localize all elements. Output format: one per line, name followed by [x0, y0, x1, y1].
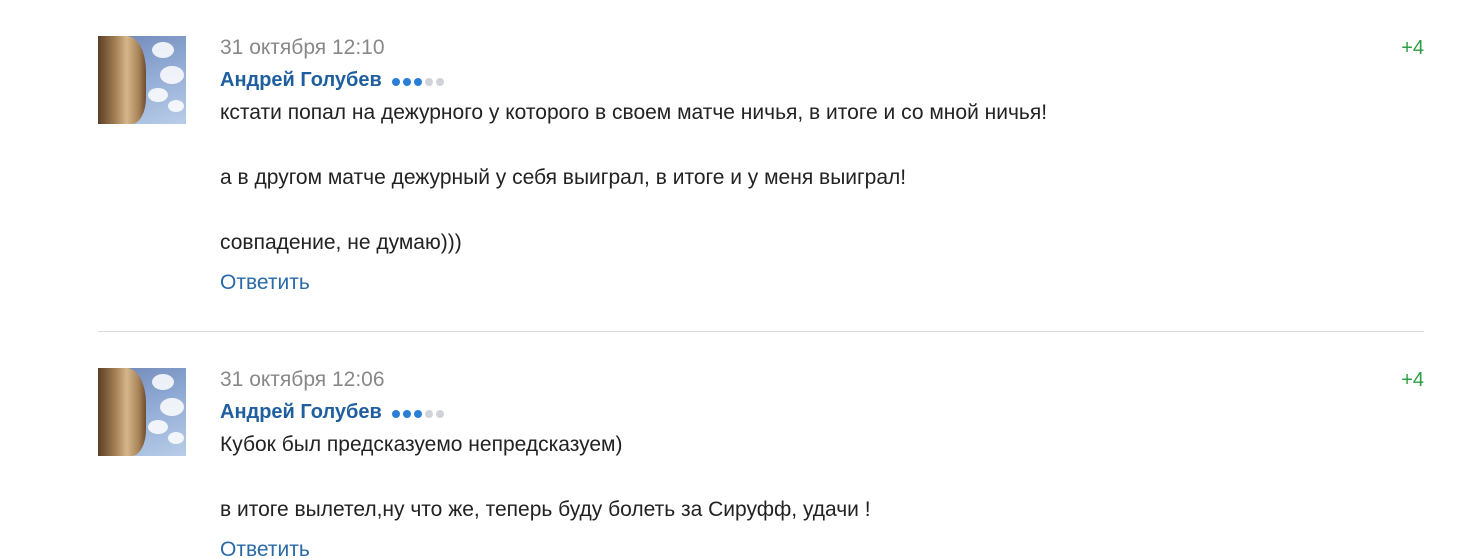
- comment-text: Кубок был предсказуемо непредсказуем): [220, 433, 623, 456]
- comment-date: 31 октября 12:10: [220, 36, 385, 59]
- reply-link[interactable]: Ответить: [220, 271, 310, 295]
- avatar[interactable]: [98, 36, 186, 124]
- author-line: Андрей Голубев: [220, 68, 1400, 92]
- rating-dot-empty: [425, 409, 434, 418]
- rating-dot-filled: [403, 409, 412, 418]
- comment-score: +4: [1401, 37, 1424, 59]
- comment-body: 31 октября 12:06 Андрей Голубев Кубок бы…: [220, 368, 1400, 559]
- user-rating-dots: [392, 70, 447, 94]
- comment-score: +4: [1401, 369, 1424, 391]
- avatar[interactable]: [98, 368, 186, 456]
- rating-dot-filled: [414, 77, 423, 86]
- comment-date: 31 октября 12:06: [220, 368, 385, 391]
- comment-body: 31 октября 12:10 Андрей Голубев кстати п…: [220, 36, 1400, 295]
- rating-dot-empty: [436, 77, 445, 86]
- author-line: Андрей Голубев: [220, 400, 1400, 424]
- comment-divider: [98, 331, 1424, 332]
- rating-dot-filled: [392, 77, 401, 86]
- rating-dot-filled: [403, 77, 412, 86]
- comment-text: кстати попал на дежурного у которого в с…: [220, 101, 1048, 124]
- comment-text: в итоге вылетел,ну что же, теперь буду б…: [220, 498, 871, 521]
- rating-dot-filled: [392, 409, 401, 418]
- comment-text: совпадение, не думаю))): [220, 231, 462, 254]
- rating-dot-filled: [414, 409, 423, 418]
- rating-dot-empty: [425, 77, 434, 86]
- comment-text: а в другом матче дежурный у себя выиграл…: [220, 166, 907, 189]
- rating-dot-empty: [436, 409, 445, 418]
- user-rating-dots: [392, 402, 447, 426]
- reply-link[interactable]: Ответить: [220, 538, 310, 559]
- author-link[interactable]: Андрей Голубев: [220, 401, 382, 423]
- comments-list: 31 октября 12:10 Андрей Голубев кстати п…: [0, 0, 1460, 559]
- author-link[interactable]: Андрей Голубев: [220, 69, 382, 91]
